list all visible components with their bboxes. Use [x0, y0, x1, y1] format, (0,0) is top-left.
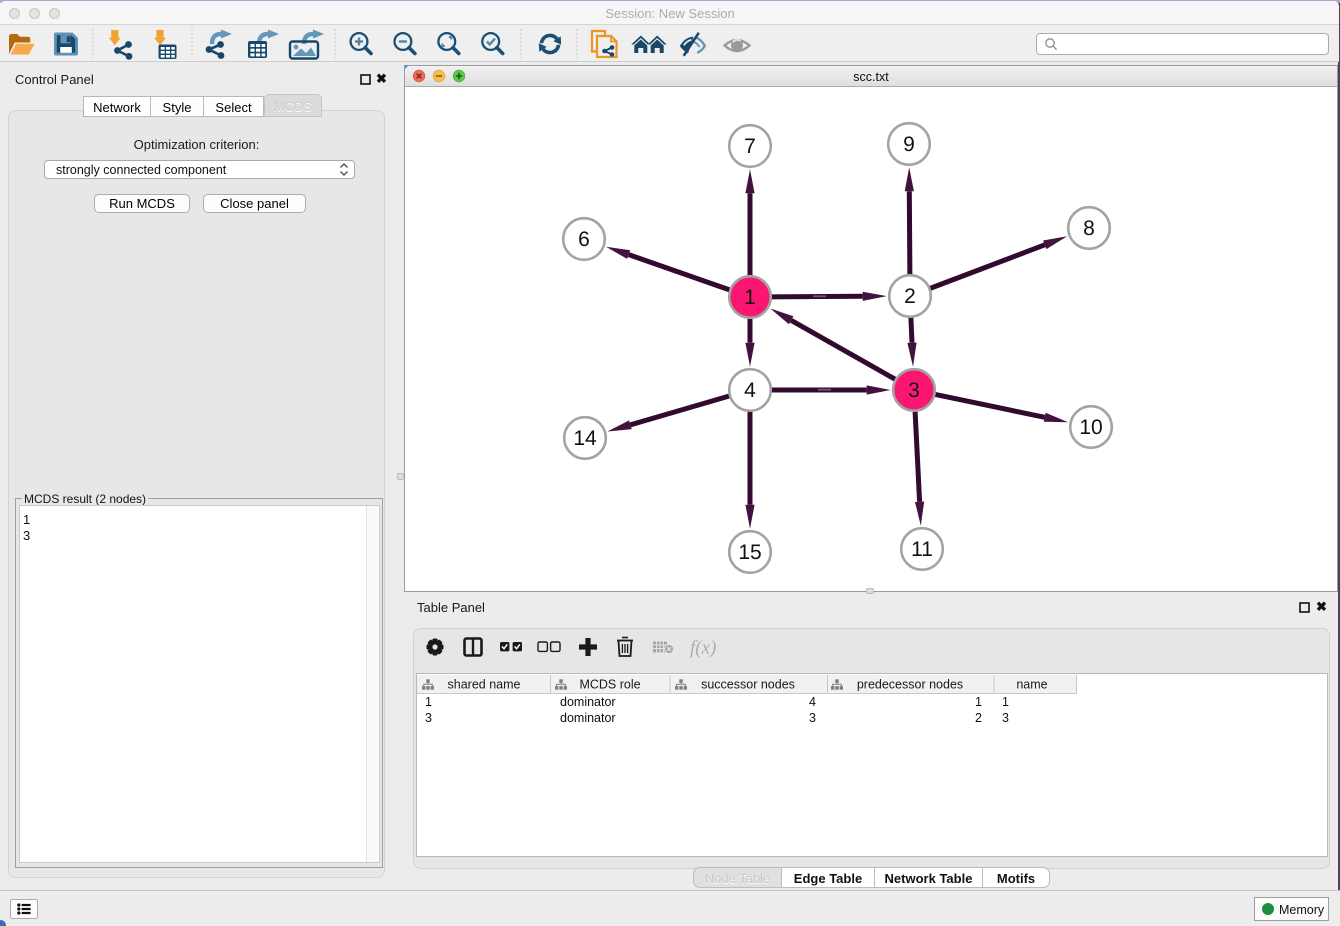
svg-text:10: 10 — [1079, 416, 1102, 439]
svg-text:7: 7 — [744, 135, 756, 158]
svg-text:predecessor nodes: predecessor nodes — [857, 678, 963, 692]
svg-text:11: 11 — [911, 538, 933, 561]
svg-text:9: 9 — [903, 133, 915, 156]
svg-text:f(x): f(x) — [690, 638, 716, 659]
svg-text:4: 4 — [744, 379, 756, 402]
svg-text:MCDS role: MCDS role — [579, 678, 640, 692]
svg-text:14: 14 — [573, 427, 597, 450]
svg-text:8: 8 — [1083, 217, 1095, 240]
svg-text:shared name: shared name — [448, 678, 521, 692]
svg-text:successor nodes: successor nodes — [701, 678, 795, 692]
svg-text:1: 1 — [744, 286, 756, 309]
svg-text:6: 6 — [578, 228, 590, 251]
svg-text:2: 2 — [904, 285, 916, 308]
svg-text:15: 15 — [738, 541, 761, 564]
svg-text:3: 3 — [908, 379, 920, 402]
svg-text:name: name — [1016, 678, 1047, 692]
